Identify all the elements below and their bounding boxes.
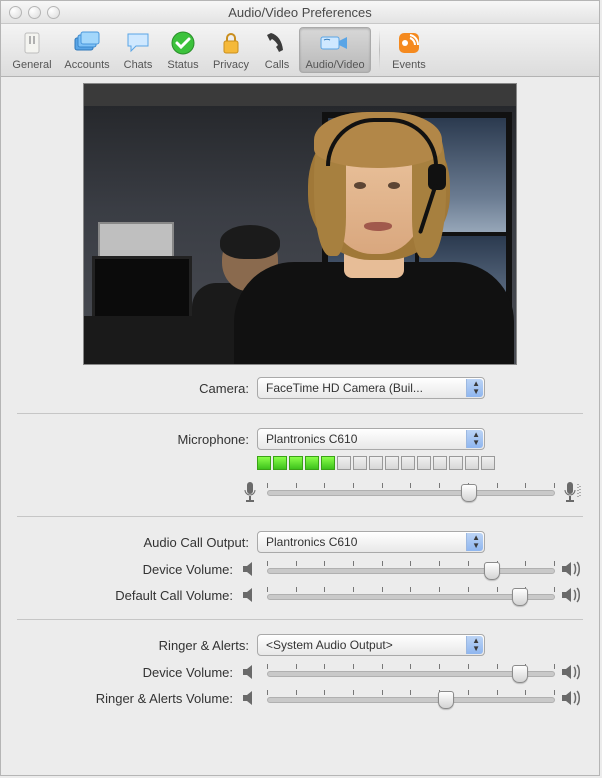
chats-icon bbox=[124, 29, 152, 57]
general-icon bbox=[19, 29, 45, 57]
tab-accounts[interactable]: Accounts bbox=[59, 26, 115, 74]
speaker-high-icon bbox=[561, 560, 583, 578]
camera-select[interactable]: FaceTime HD Camera (Buil... ▲▼ bbox=[257, 377, 485, 399]
tab-label: Privacy bbox=[213, 59, 249, 71]
speaker-low-icon bbox=[239, 689, 261, 707]
speaker-high-icon bbox=[561, 663, 583, 681]
microphone-level-meter bbox=[257, 456, 583, 470]
tab-privacy[interactable]: Privacy bbox=[207, 26, 255, 74]
preferences-window: Audio/Video Preferences General Accounts… bbox=[0, 0, 600, 776]
toolbar-separator bbox=[379, 30, 380, 70]
ringer-alerts-volume-label: Ringer & Alerts Volume: bbox=[17, 691, 239, 706]
tab-label: General bbox=[12, 59, 51, 71]
ringer-row: Ringer & Alerts: <System Audio Output> ▲… bbox=[17, 634, 583, 656]
tab-status[interactable]: Status bbox=[161, 26, 205, 74]
default-call-volume-row: Default Call Volume: bbox=[17, 585, 583, 605]
close-button[interactable] bbox=[9, 6, 22, 19]
tab-calls[interactable]: Calls bbox=[257, 26, 297, 74]
tab-label: Status bbox=[167, 59, 198, 71]
content: Camera: FaceTime HD Camera (Buil... ▲▼ M… bbox=[1, 77, 599, 775]
ringer-device-volume-row: Device Volume: bbox=[17, 662, 583, 682]
output-device-volume-slider[interactable] bbox=[267, 559, 555, 579]
titlebar: Audio/Video Preferences bbox=[1, 1, 599, 24]
microphone-row: Microphone: Plantronics C610 ▲▼ bbox=[17, 428, 583, 450]
tab-label: Events bbox=[392, 59, 426, 71]
calls-icon bbox=[265, 29, 289, 57]
camera-select-value: FaceTime HD Camera (Buil... bbox=[266, 381, 423, 395]
output-device-volume-label: Device Volume: bbox=[17, 562, 239, 577]
audio-output-select-value: Plantronics C610 bbox=[266, 535, 357, 549]
speaker-low-icon bbox=[239, 560, 261, 578]
speaker-high-icon bbox=[561, 689, 583, 707]
ringer-select[interactable]: <System Audio Output> ▲▼ bbox=[257, 634, 485, 656]
microphone-select-value: Plantronics C610 bbox=[266, 432, 357, 446]
tab-label: Audio/Video bbox=[305, 59, 364, 71]
status-icon bbox=[170, 29, 196, 57]
separator bbox=[17, 619, 583, 620]
microphone-select[interactable]: Plantronics C610 ▲▼ bbox=[257, 428, 485, 450]
speaker-low-icon bbox=[239, 663, 261, 681]
separator bbox=[17, 516, 583, 517]
audio-output-select[interactable]: Plantronics C610 ▲▼ bbox=[257, 531, 485, 553]
separator bbox=[17, 413, 583, 414]
ringer-alerts-volume-slider[interactable] bbox=[267, 688, 555, 708]
events-icon bbox=[396, 29, 422, 57]
tab-chats[interactable]: Chats bbox=[117, 26, 159, 74]
camera-row: Camera: FaceTime HD Camera (Buil... ▲▼ bbox=[17, 377, 583, 399]
audio-output-label: Audio Call Output: bbox=[17, 535, 257, 550]
tab-label: Calls bbox=[265, 59, 289, 71]
zoom-button[interactable] bbox=[47, 6, 60, 19]
camera-label: Camera: bbox=[17, 381, 257, 396]
default-call-volume-label: Default Call Volume: bbox=[17, 588, 239, 603]
minimize-button[interactable] bbox=[28, 6, 41, 19]
traffic-lights bbox=[1, 6, 60, 19]
ringer-device-volume-slider[interactable] bbox=[267, 662, 555, 682]
microphone-label: Microphone: bbox=[17, 432, 257, 447]
tab-label: Accounts bbox=[64, 59, 109, 71]
tab-general[interactable]: General bbox=[7, 26, 57, 74]
mic-low-icon bbox=[239, 480, 261, 502]
accounts-icon bbox=[72, 29, 102, 57]
ringer-device-volume-label: Device Volume: bbox=[17, 665, 239, 680]
tab-label: Chats bbox=[124, 59, 153, 71]
ringer-select-value: <System Audio Output> bbox=[266, 638, 393, 652]
microphone-gain-slider[interactable] bbox=[267, 481, 555, 501]
speaker-low-icon bbox=[239, 586, 261, 604]
audio-output-row: Audio Call Output: Plantronics C610 ▲▼ bbox=[17, 531, 583, 553]
microphone-gain-row bbox=[17, 480, 583, 502]
camera-preview bbox=[83, 83, 517, 365]
ringer-label: Ringer & Alerts: bbox=[17, 638, 257, 653]
privacy-icon bbox=[219, 29, 243, 57]
default-call-volume-slider[interactable] bbox=[267, 585, 555, 605]
window-title: Audio/Video Preferences bbox=[1, 5, 599, 20]
speaker-high-icon bbox=[561, 586, 583, 604]
toolbar: General Accounts Chats Status Privacy bbox=[1, 24, 599, 77]
tab-events[interactable]: Events bbox=[386, 26, 432, 74]
output-device-volume-row: Device Volume: bbox=[17, 559, 583, 579]
tab-audio-video[interactable]: Audio/Video bbox=[299, 27, 371, 73]
audio-video-icon bbox=[319, 29, 351, 57]
ringer-alerts-volume-row: Ringer & Alerts Volume: bbox=[17, 688, 583, 708]
mic-high-icon bbox=[561, 480, 583, 502]
